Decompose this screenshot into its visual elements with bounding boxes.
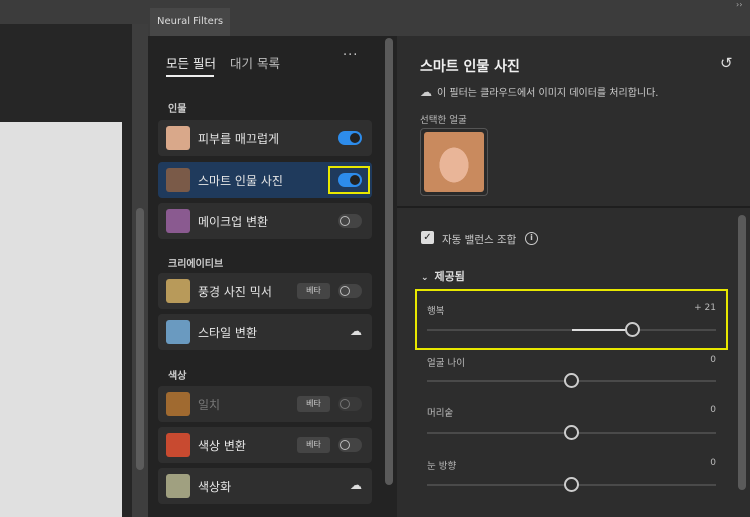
tab-waitlist[interactable]: 대기 목록 bbox=[230, 53, 280, 72]
filter-item[interactable]: 일치 베타 bbox=[158, 386, 372, 422]
cloud-icon: ☁ bbox=[420, 85, 432, 99]
cloud-download-icon[interactable]: ☁ bbox=[350, 478, 362, 492]
detail-scrollbar[interactable] bbox=[738, 215, 746, 490]
highlight-box bbox=[415, 289, 728, 350]
filter-toggle[interactable] bbox=[338, 214, 362, 228]
filter-thumbnail bbox=[166, 474, 190, 498]
filter-item[interactable]: 피부를 매끄럽게 bbox=[158, 120, 372, 156]
filter-label: 풍경 사진 믹서 bbox=[198, 285, 272, 299]
filter-toggle[interactable] bbox=[338, 284, 362, 298]
filter-toggle[interactable] bbox=[338, 438, 362, 452]
slider-thumb[interactable] bbox=[564, 425, 579, 440]
slider-value: 0 bbox=[710, 355, 716, 365]
slider-label: 눈 방향 bbox=[427, 461, 457, 472]
auto-balance-label: 자동 밸런스 조합 bbox=[442, 234, 517, 246]
category-header: 크리에이티브 bbox=[168, 259, 224, 270]
filter-thumbnail bbox=[166, 168, 190, 192]
beta-badge: 베타 bbox=[297, 396, 330, 412]
cloud-download-icon[interactable]: ☁ bbox=[350, 324, 362, 338]
filter-item[interactable]: 풍경 사진 믹서 베타 bbox=[158, 273, 372, 309]
category-header: 인물 bbox=[168, 104, 187, 115]
cloud-note: ☁ 이 필터는 클라우드에서 이미지 데이터를 처리합니다. bbox=[420, 84, 658, 99]
filter-item[interactable]: 색상화 ☁ bbox=[158, 468, 372, 504]
slider-thumb[interactable] bbox=[564, 373, 579, 388]
filter-toggle[interactable] bbox=[338, 131, 362, 145]
slider-value: 0 bbox=[710, 458, 716, 468]
more-options-icon[interactable]: ··· bbox=[343, 48, 358, 63]
active-tab-underline bbox=[166, 75, 214, 77]
filter-thumbnail bbox=[166, 279, 190, 303]
filter-item[interactable]: 메이크업 변환 bbox=[158, 203, 372, 239]
slider-label: 얼굴 나이 bbox=[427, 358, 465, 369]
neural-filters-tab[interactable]: Neural Filters bbox=[150, 8, 230, 36]
app-top-bar bbox=[0, 0, 750, 24]
slider-thumb[interactable] bbox=[564, 477, 579, 492]
selected-face-label: 선택한 얼굴 bbox=[420, 115, 467, 126]
filter-label: 메이크업 변환 bbox=[198, 215, 269, 229]
category-header: 색상 bbox=[168, 371, 187, 382]
filter-item[interactable]: 스타일 변환 ☁ bbox=[158, 314, 372, 350]
filter-label: 색상화 bbox=[198, 480, 232, 494]
filter-thumbnail bbox=[166, 320, 190, 344]
chevron-down-icon: ⌄ bbox=[421, 273, 429, 283]
selected-face-thumbnail[interactable] bbox=[420, 128, 488, 196]
filter-label: 일치 bbox=[198, 398, 221, 412]
filter-thumbnail bbox=[166, 392, 190, 416]
filter-thumbnail bbox=[166, 209, 190, 233]
filter-label: 피부를 매끄럽게 bbox=[198, 132, 280, 146]
filter-item[interactable]: 색상 변환 베타 bbox=[158, 427, 372, 463]
filter-toggle[interactable] bbox=[338, 397, 362, 411]
document-canvas[interactable] bbox=[0, 122, 122, 517]
slider-label: 머리숱 bbox=[427, 408, 454, 419]
filter-label: 스마트 인물 사진 bbox=[198, 174, 283, 188]
slider-value: 0 bbox=[710, 405, 716, 415]
section-provided[interactable]: ⌄ 제공됨 bbox=[421, 268, 465, 284]
filter-title: 스마트 인물 사진 bbox=[420, 59, 520, 75]
filter-list-scrollbar[interactable] bbox=[385, 38, 393, 485]
auto-balance-checkbox[interactable]: ✓ bbox=[421, 231, 434, 244]
beta-badge: 베타 bbox=[297, 283, 330, 299]
filter-label: 스타일 변환 bbox=[198, 326, 258, 340]
highlight-box bbox=[328, 166, 370, 194]
section-title: 제공됨 bbox=[434, 270, 465, 283]
filter-label: 색상 변환 bbox=[198, 439, 246, 453]
panel-collapse-icon[interactable]: ›› bbox=[736, 0, 742, 9]
canvas-scrollbar-thumb[interactable] bbox=[136, 208, 144, 470]
beta-badge: 베타 bbox=[297, 437, 330, 453]
cloud-note-text: 이 필터는 클라우드에서 이미지 데이터를 처리합니다. bbox=[437, 88, 659, 99]
tab-all-filters[interactable]: 모든 필터 bbox=[166, 53, 216, 72]
panel-tab-strip bbox=[148, 24, 750, 36]
filter-thumbnail bbox=[166, 126, 190, 150]
divider bbox=[397, 206, 750, 208]
info-icon[interactable]: i bbox=[525, 232, 538, 245]
filter-thumbnail bbox=[166, 433, 190, 457]
reset-icon[interactable]: ↺ bbox=[720, 54, 733, 72]
